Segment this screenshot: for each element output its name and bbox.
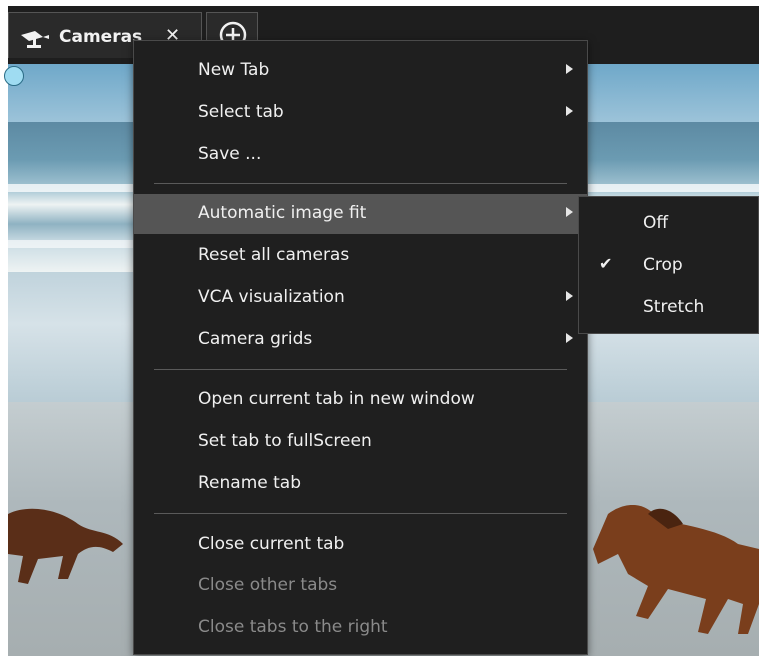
menu-item-label: Rename tab (198, 473, 301, 493)
menu-item-vca-visualization[interactable]: VCA visualization (134, 278, 587, 318)
tab-label: Cameras (59, 27, 143, 47)
horse-left (8, 508, 123, 584)
menu-item-rename-tab[interactable]: Rename tab (134, 464, 587, 504)
menu-item-new-tab[interactable]: New Tab (134, 51, 587, 91)
menu-item-label: Save ... (198, 144, 262, 164)
menu-separator (154, 183, 567, 184)
submenu-item-label: Off (643, 213, 669, 233)
checkmark-icon: ✔ (599, 254, 613, 273)
menu-item-label: Reset all cameras (198, 245, 350, 265)
submenu-arrow-icon (566, 291, 573, 301)
context-menu: New Tab Select tab Save ... Automatic im… (133, 40, 588, 655)
menu-item-label: VCA visualization (198, 287, 345, 307)
submenu-arrow-icon (566, 207, 573, 217)
submenu-arrow-icon (566, 106, 573, 116)
menu-separator (154, 513, 567, 514)
menu-item-set-fullscreen[interactable]: Set tab to fullScreen (134, 422, 587, 462)
menu-item-camera-grids[interactable]: Camera grids (134, 320, 587, 360)
menu-item-label: Camera grids (198, 329, 313, 349)
menu-item-label: Close tabs to the right (198, 617, 388, 637)
submenu-item-off[interactable]: Off (579, 203, 758, 245)
status-indicator (4, 66, 24, 86)
menu-item-label: New Tab (198, 60, 270, 80)
image-fit-submenu: Off ✔ Crop Stretch (578, 196, 759, 334)
menu-item-save[interactable]: Save ... (134, 135, 587, 175)
menu-item-label: Select tab (198, 102, 284, 122)
menu-item-select-tab[interactable]: Select tab (134, 93, 587, 133)
camera-icon (19, 29, 53, 54)
submenu-item-label: Crop (643, 255, 683, 275)
submenu-arrow-icon (566, 333, 573, 343)
menu-item-reset-all-cameras[interactable]: Reset all cameras (134, 236, 587, 276)
menu-item-label: Close current tab (198, 534, 345, 554)
submenu-arrow-icon (566, 64, 573, 74)
menu-item-label: Set tab to fullScreen (198, 431, 372, 451)
menu-item-close-tabs-right: Close tabs to the right (134, 608, 587, 648)
menu-item-label: Automatic image fit (198, 203, 367, 223)
menu-separator (154, 369, 567, 370)
menu-item-label: Open current tab in new window (198, 389, 475, 409)
menu-item-close-current-tab[interactable]: Close current tab (134, 525, 587, 565)
menu-item-close-other-tabs: Close other tabs (134, 566, 587, 606)
menu-item-open-in-new-window[interactable]: Open current tab in new window (134, 380, 587, 420)
menu-item-label: Close other tabs (198, 575, 338, 595)
submenu-item-label: Stretch (643, 297, 705, 317)
submenu-item-crop[interactable]: ✔ Crop (579, 245, 758, 287)
horse-right (593, 504, 759, 634)
menu-item-automatic-image-fit[interactable]: Automatic image fit (134, 194, 587, 234)
submenu-item-stretch[interactable]: Stretch (579, 287, 758, 329)
